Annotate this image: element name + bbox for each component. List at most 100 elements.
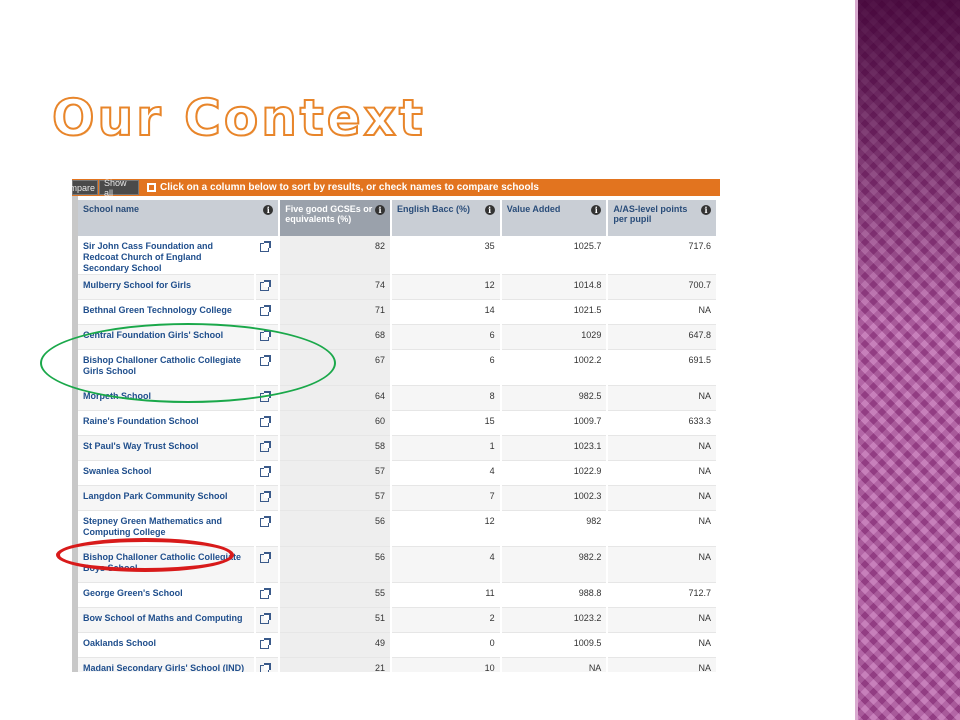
external-link-cell[interactable] [255,485,281,511]
table-row: Bethnal Green Technology College 71 14 1021… [78,299,718,325]
header-school-name-label: School name [83,204,140,214]
school-name-link[interactable]: Swanlea School [78,460,257,486]
school-name-link[interactable]: Sir John Cass Foundation and Redcoat Chu… [78,236,257,275]
value-added-value: 1021.5 [500,299,609,325]
english-bacc-value: 4 [391,546,502,583]
external-link-icon[interactable] [260,305,272,316]
side-panel-edge [855,0,858,720]
external-link-cell[interactable] [255,410,281,436]
gcse-value: 21 [279,657,393,672]
compare-button[interactable]: mpare [72,180,98,195]
external-link-cell[interactable] [255,546,281,583]
english-bacc-value: 11 [391,582,502,608]
value-added-value: 1014.8 [500,274,609,300]
external-link-icon[interactable] [260,241,272,252]
header-english-bacc[interactable]: English Bacc (%) i [391,200,502,236]
external-link-icon[interactable] [260,491,272,502]
school-name-link[interactable]: George Green's School [78,582,257,608]
external-link-icon[interactable] [260,466,272,477]
school-name-link[interactable]: Bow School of Maths and Computing [78,607,257,633]
external-link-icon[interactable] [260,280,272,291]
red-highlight-ellipse [56,538,234,572]
header-gcse-label: Five good GCSEs or equivalents (%) [285,204,373,224]
value-added-value: 1025.7 [500,236,609,275]
table-row: Sir John Cass Foundation and Redcoat Chu… [78,236,718,275]
header-school-name[interactable]: School name i [78,200,281,236]
external-link-icon[interactable] [260,441,272,452]
table-body: Sir John Cass Foundation and Redcoat Chu… [78,236,718,672]
external-link-icon[interactable] [260,516,272,527]
table-toolbar: mpare Show all Click on a column below t… [72,179,720,198]
header-alevel-points-label: A/AS-level points per pupil [613,204,688,224]
header-value-added[interactable]: Value Added i [500,200,609,236]
school-name-link[interactable]: Oaklands School [78,632,257,658]
table-row: Langdon Park Community School 57 7 1002.3 NA [78,485,718,511]
value-added-value: 982.2 [500,546,609,583]
info-icon[interactable]: i [591,205,602,215]
alevel-points-value: NA [607,632,718,658]
alevel-points-value: 717.6 [607,236,718,275]
school-name-link[interactable]: Mulberry School for Girls [78,274,257,300]
decorative-side-panel [855,0,960,720]
alevel-points-value: NA [607,299,718,325]
school-name-link[interactable]: Raine's Foundation School [78,410,257,436]
alevel-points-value: NA [607,607,718,633]
english-bacc-value: 12 [391,510,502,547]
value-added-value: 1022.9 [500,460,609,486]
info-icon[interactable]: i [375,205,386,215]
table-row: Oaklands School 49 0 1009.5 NA [78,632,718,658]
external-link-cell[interactable] [255,274,281,300]
header-value-added-label: Value Added [506,204,561,214]
gcse-value: 57 [279,485,393,511]
external-link-cell[interactable] [255,299,281,325]
alevel-points-value: NA [607,510,718,547]
school-name-link[interactable]: Bethnal Green Technology College [78,299,257,325]
english-bacc-value: 6 [391,349,502,386]
value-added-value: 1002.3 [500,485,609,511]
info-icon[interactable]: i [484,205,495,215]
gcse-value: 57 [279,460,393,486]
school-name-link[interactable]: St Paul's Way Trust School [78,435,257,461]
table-row: Mulberry School for Girls 74 12 1014.8 700.7 [78,274,718,300]
alevel-points-value: 712.7 [607,582,718,608]
external-link-cell[interactable] [255,632,281,658]
show-all-button[interactable]: Show all [99,179,139,198]
value-added-value: 988.8 [500,582,609,608]
external-link-cell[interactable] [255,435,281,461]
school-results-screenshot: mpare Show all Click on a column below t… [72,179,720,672]
external-link-cell[interactable] [255,657,281,672]
sort-instructions: Click on a column below to sort by resul… [147,182,539,193]
external-link-icon[interactable] [260,588,272,599]
school-name-link[interactable]: Langdon Park Community School [78,485,257,511]
value-added-value: 1009.5 [500,632,609,658]
external-link-icon[interactable] [260,416,272,427]
external-link-cell[interactable] [255,236,281,275]
external-link-cell[interactable] [255,510,281,547]
alevel-points-value: 700.7 [607,274,718,300]
school-results-table: School name i Five good GCSEs or equivale… [78,200,718,672]
alevel-points-value: 691.5 [607,349,718,386]
english-bacc-value: 7 [391,485,502,511]
table-header-row: School name i Five good GCSEs or equivale… [78,200,718,236]
school-name-link[interactable]: Madani Secondary Girls' School (IND) [78,657,257,672]
external-link-cell[interactable] [255,582,281,608]
table-row: St Paul's Way Trust School 58 1 1023.1 NA [78,435,718,461]
english-bacc-value: 10 [391,657,502,672]
external-link-cell[interactable] [255,607,281,633]
header-alevel-points[interactable]: A/AS-level points per pupil i [607,200,718,236]
external-link-cell[interactable] [255,460,281,486]
gcse-value: 56 [279,510,393,547]
external-link-icon[interactable] [260,638,272,649]
info-icon[interactable]: i [263,205,274,215]
gcse-value: 82 [279,236,393,275]
table-row: Madani Secondary Girls' School (IND) 21 10… [78,657,718,672]
external-link-icon[interactable] [260,613,272,624]
value-added-value: NA [500,657,609,672]
external-link-icon[interactable] [260,552,272,563]
alevel-points-value: NA [607,385,718,411]
english-bacc-value: 14 [391,299,502,325]
header-gcse[interactable]: Five good GCSEs or equivalents (%) i [279,200,393,236]
info-icon[interactable]: i [701,205,711,215]
table-row: George Green's School 55 11 988.8 712.7 [78,582,718,608]
external-link-icon[interactable] [260,663,272,672]
